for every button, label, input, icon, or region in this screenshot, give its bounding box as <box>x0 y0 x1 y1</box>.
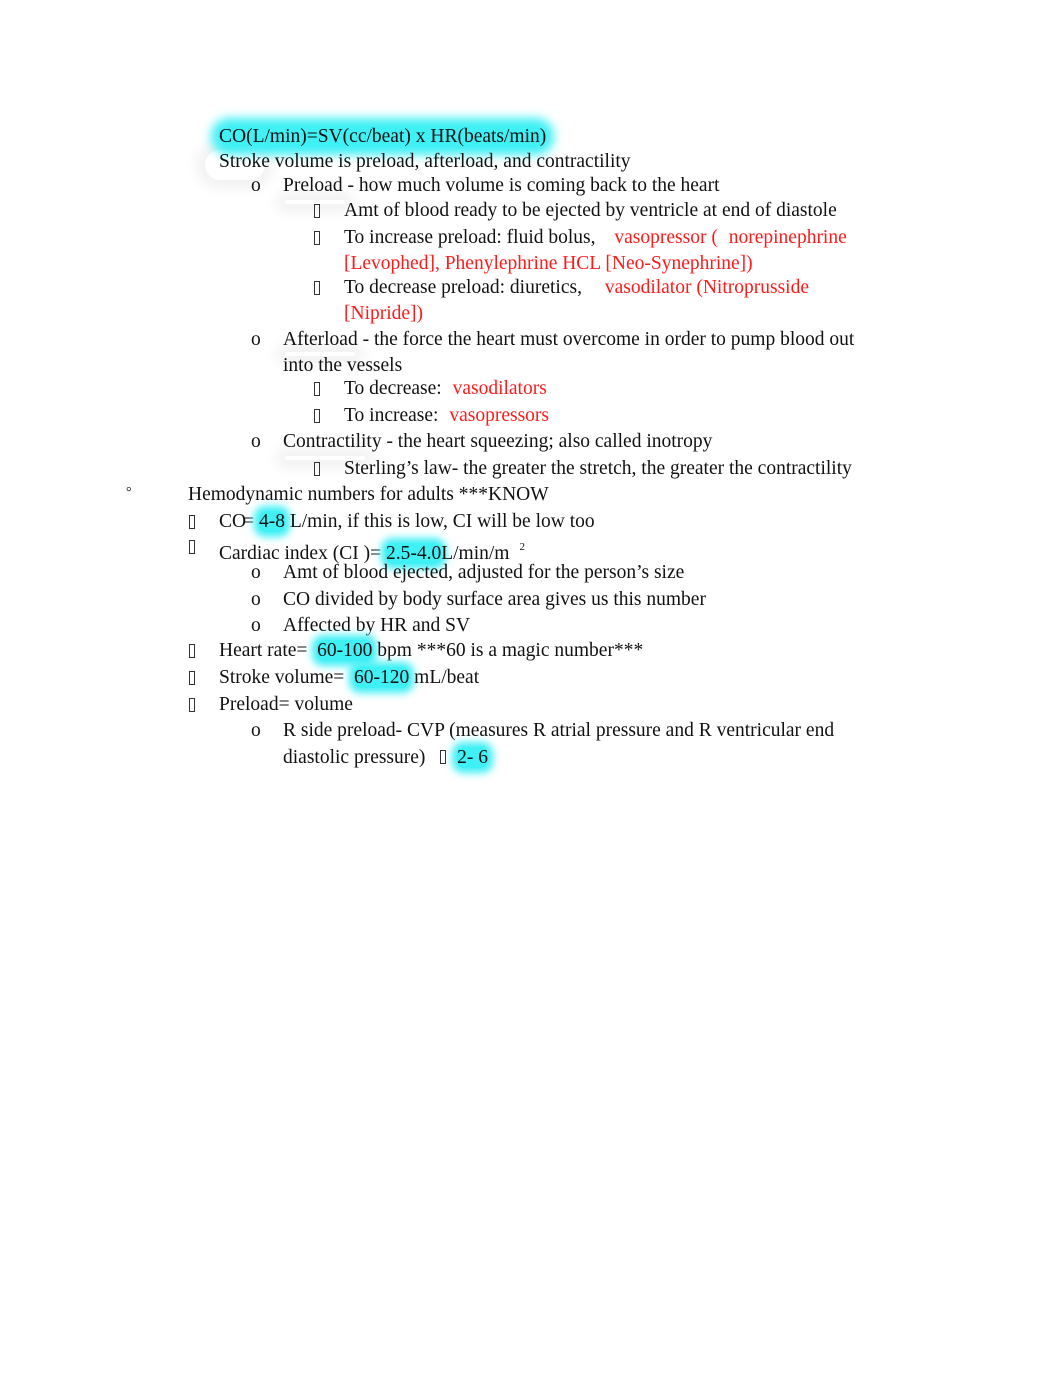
preload-volume-item: Preload= volume <box>219 694 353 715</box>
ci-subitem: Amt of blood ejected, adjusted for the p… <box>283 562 685 583</box>
formula-line: CO(L/min)=SV(cc/beat) x HR(beats/min) <box>219 125 547 149</box>
box-bullet-icon <box>314 227 320 251</box>
co-item: CO= 4-8 L/min, if this is low, CI will b… <box>219 511 595 532</box>
box-bullet-icon <box>314 200 320 224</box>
ci-subitem: CO divided by body surface area gives us… <box>283 589 706 610</box>
bullet-o: o <box>251 431 261 452</box>
bullet-o: o <box>251 615 261 636</box>
bullet-o: o <box>251 175 261 196</box>
box-bullet-icon <box>314 405 320 429</box>
red-vasopressor: vasopressor ( <box>614 227 718 248</box>
preload-increase-item: To increase preload: fluid bolus, vasopr… <box>344 227 847 248</box>
afterload-label: Afterload <box>283 329 358 350</box>
afterload-cont: into the vessels <box>283 355 403 376</box>
bullet-o: o <box>251 589 261 610</box>
preload-subitem: Amt of blood ready to be ejected by vent… <box>344 200 837 221</box>
afterload-decrease: To decrease: vasodilators <box>344 378 547 399</box>
hr-item: Heart rate= 60-100 bpm ***60 is a magic … <box>219 640 644 661</box>
box-bullet-icon <box>189 640 195 664</box>
box-bullet-icon <box>314 458 320 482</box>
co-value: 4-8 <box>258 511 285 532</box>
box-bullet-icon <box>189 694 195 718</box>
box-bullet-icon <box>189 667 195 691</box>
circle-bullet-icon: ° <box>126 485 132 500</box>
bullet-o: o <box>251 562 261 583</box>
stroke-volume-intro: Stroke volume is preload, afterload, and… <box>219 151 631 172</box>
ci-subitem: Affected by HR and SV <box>283 615 471 636</box>
preload-desc: - how much volume is coming back to the … <box>342 175 720 196</box>
red-vasodilator: vasodilator (Nitroprusside <box>604 277 809 298</box>
formula-text: CO(L/min)=SV(cc/beat) x HR(beats/min) <box>219 126 547 147</box>
box-bullet-icon <box>314 378 320 402</box>
box-bullet-icon <box>189 536 195 560</box>
bullet-o: o <box>251 329 261 350</box>
box-bullet-icon <box>189 511 195 535</box>
sv-item: Stroke volume= 60-120 mL/beat <box>219 667 480 688</box>
sv-value: 60-120 <box>354 667 410 688</box>
cvp-item-cont: diastolic pressure) 2- 6 <box>283 747 489 768</box>
preload-label: Preload <box>283 175 343 196</box>
cvp-value: 2- 6 <box>457 747 489 768</box>
preload-item: Preload - how much volume is coming back… <box>283 174 720 198</box>
contractility-item: Contractility - the heart squeezing; als… <box>283 431 713 452</box>
hemodynamic-heading: Hemodynamic numbers for adults ***KNOW <box>188 484 549 505</box>
cvp-item: R side preload- CVP (measures R atrial p… <box>283 720 835 741</box>
afterload-item: Afterload - the force the heart must ove… <box>283 329 855 350</box>
afterload-increase: To increase: vasopressors <box>344 405 549 426</box>
red-norepinephrine: norepinephrine <box>728 227 847 248</box>
bullet-o: o <box>251 720 261 741</box>
arrow-icon <box>440 747 447 768</box>
box-bullet-icon <box>314 277 320 301</box>
preload-decrease-cont: [Nipride]) <box>344 303 424 324</box>
sterling-law-item: Sterling’s law- the greater the stretch,… <box>344 458 852 479</box>
preload-decrease-item: To decrease preload: diuretics, vasodila… <box>344 277 809 298</box>
hr-value: 60-100 <box>317 640 373 661</box>
preload-increase-cont: [Levophed], Phenylephrine HCL [Neo-Synep… <box>344 253 753 274</box>
